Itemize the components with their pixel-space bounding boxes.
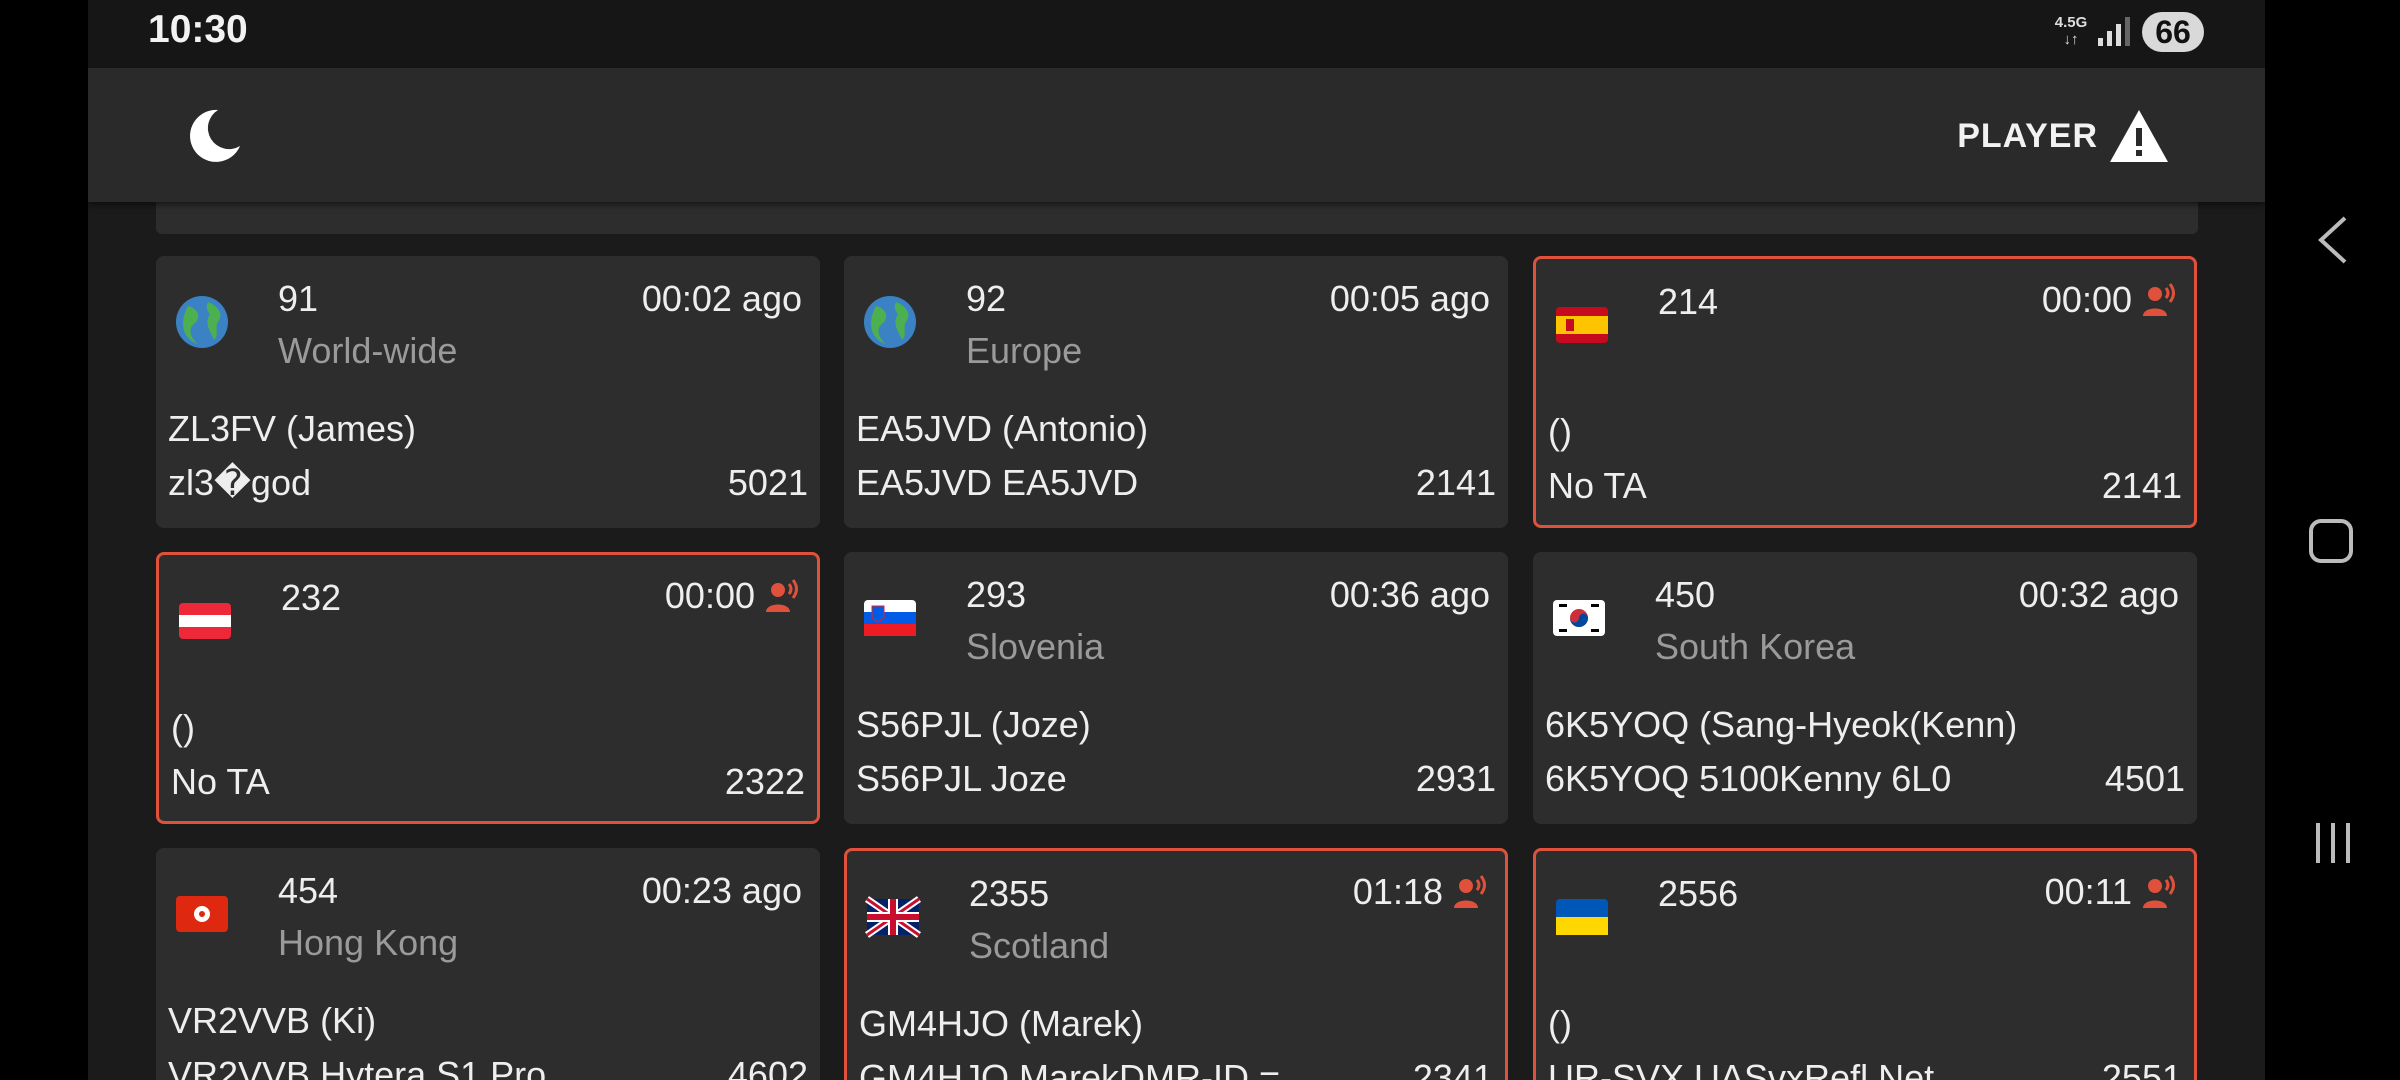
card-time: 00:00 [664, 575, 755, 616]
callsign: () [1548, 411, 1572, 452]
uk-flag-icon [865, 896, 921, 938]
korea-flag-icon [1553, 600, 1605, 636]
talkgroup-region: World-wide [278, 330, 458, 371]
talkgroup-card[interactable]: 454 Hong Kong 00:23 ago VR2VVB (Ki) VR2VVB H… [156, 848, 820, 1080]
talking-icon [2143, 875, 2175, 908]
status-bar: 10:30 4.5G ↓↑ 66 [88, 0, 2265, 68]
callsign: EA5JVD (Antonio) [856, 408, 1149, 449]
back-nav-button[interactable] [2315, 214, 2351, 266]
talkgroup-region: Europe [966, 330, 1083, 371]
card-time: 00:05 ago [1329, 278, 1490, 319]
recent-apps-nav-button[interactable] [2310, 820, 2356, 866]
card-time: 00:00 [2041, 279, 2132, 320]
globe-flag-icon [176, 296, 228, 348]
talking-icon [1454, 875, 1486, 908]
card-time: 00:36 ago [1329, 574, 1490, 615]
talker-alias: UR-SVX UASvxRefl.Net [1548, 1057, 1935, 1080]
card-time: 00:11 [2044, 871, 2132, 912]
talker-alias: VR2VVB Hytera S1 Pro [168, 1054, 547, 1080]
source-id: 2931 [1415, 758, 1496, 799]
callsign: GM4HJO (Marek) [859, 1003, 1144, 1044]
card-time: 01:18 [1352, 871, 1443, 912]
talkgroup-card[interactable]: 214 00:00 () No TA 2141 [1533, 256, 2197, 528]
talkgroup-card[interactable]: 92 Europe 00:05 ago EA5JVD (Antonio) EA5JVD … [844, 256, 1508, 528]
source-id: 4602 [727, 1054, 808, 1080]
talkgroup-id: 91 [278, 278, 319, 319]
data-arrows-icon: ↓↑ [2063, 31, 2079, 48]
status-time: 10:30 [148, 8, 248, 51]
ukraine-flag-icon [1556, 899, 1608, 935]
talkgroup-region: Slovenia [966, 626, 1105, 667]
talker-alias: GM4HJO MarekDMR-ID = [859, 1057, 1281, 1080]
talkgroup-card[interactable]: 293 Slovenia 00:36 ago S56PJL (Joze) S56PJL … [844, 552, 1508, 824]
austria-flag-icon [179, 603, 231, 639]
talkgroup-id: 293 [966, 574, 1027, 615]
card-time: 00:02 ago [641, 278, 802, 319]
live-indicator: 01:18 [1353, 871, 1489, 913]
app-bar: PLAYER [88, 68, 2265, 202]
slovenia-flag-icon [864, 600, 916, 636]
talkgroup-id: 2355 [969, 873, 1050, 914]
talkgroup-id: 92 [966, 278, 1007, 319]
source-id: 2341 [1412, 1057, 1493, 1080]
player-label: PLAYER [1957, 116, 2098, 155]
source-id: 2141 [2101, 465, 2182, 506]
talker-alias: S56PJL Joze [856, 758, 1067, 799]
globe-flag-icon [864, 296, 916, 348]
talker-alias: No TA [171, 761, 270, 802]
live-indicator: 00:00 [665, 575, 801, 617]
talkgroup-card[interactable]: 91 World-wide 00:02 ago ZL3FV (James) zl3�go… [156, 256, 820, 528]
source-id: 2551 [2101, 1057, 2182, 1080]
spain-flag-icon [1556, 307, 1608, 343]
talkgroup-id: 232 [281, 577, 342, 618]
talking-icon [2143, 283, 2175, 316]
talker-alias: EA5JVD EA5JVD [856, 462, 1139, 503]
card-time: 00:32 ago [2018, 574, 2179, 615]
talkgroup-card[interactable]: 2556 00:11 () UR-SVX UASvxRefl.Net 2551 [1533, 848, 2197, 1080]
network-type: 4.5G ↓↑ [2051, 14, 2091, 48]
live-indicator: 00:00 [2042, 279, 2178, 321]
app-screen: 10:30 4.5G ↓↑ 66 PLAYER 91 World-wide 00:0… [88, 0, 2265, 1080]
warning-icon [2110, 110, 2168, 162]
talking-icon [766, 579, 798, 612]
callsign: ZL3FV (James) [168, 408, 417, 449]
source-id: 2141 [1415, 462, 1496, 503]
source-id: 5021 [727, 462, 808, 503]
card-time: 00:23 ago [641, 870, 802, 911]
talkgroup-id: 214 [1658, 281, 1719, 322]
source-id: 4501 [2104, 758, 2185, 799]
talkgroup-card[interactable]: 232 00:00 () No TA 2322 [156, 552, 820, 824]
moon-icon[interactable] [184, 106, 244, 166]
talker-alias: No TA [1548, 465, 1647, 506]
live-indicator: 00:11 [2045, 871, 2178, 913]
talkgroup-card[interactable]: 2355 Scotland 01:18 GM4HJO (Marek) GM4HJO Ma… [844, 848, 1508, 1080]
talkgroup-card[interactable]: 450 South Korea 00:32 ago 6K5YOQ (Sang-Hyeo… [1533, 552, 2197, 824]
callsign: () [1548, 1003, 1572, 1044]
callsign: 6K5YOQ (Sang-Hyeok(Kenn) [1545, 704, 2018, 745]
talker-alias: 6K5YOQ 5100Kenny 6L0 [1545, 758, 1952, 799]
source-id: 2322 [724, 761, 805, 802]
talkgroup-id: 450 [1655, 574, 1716, 615]
talkgroup-id: 2556 [1658, 873, 1739, 914]
talkgroup-region: Scotland [969, 925, 1110, 966]
callsign: S56PJL (Joze) [856, 704, 1091, 745]
talker-alias: zl3�god [168, 462, 311, 503]
talkgroup-region: South Korea [1655, 626, 1856, 667]
talkgroup-region: Hong Kong [278, 922, 459, 963]
battery-indicator: 66 [2142, 12, 2204, 52]
player-button[interactable]: PLAYER [1957, 108, 2170, 164]
hongkong-flag-icon [176, 896, 228, 932]
signal-icon [2098, 17, 2130, 46]
home-nav-button[interactable] [2308, 518, 2354, 564]
callsign: VR2VVB (Ki) [168, 1000, 377, 1041]
talkgroup-id: 454 [278, 870, 339, 911]
callsign: () [171, 707, 195, 748]
